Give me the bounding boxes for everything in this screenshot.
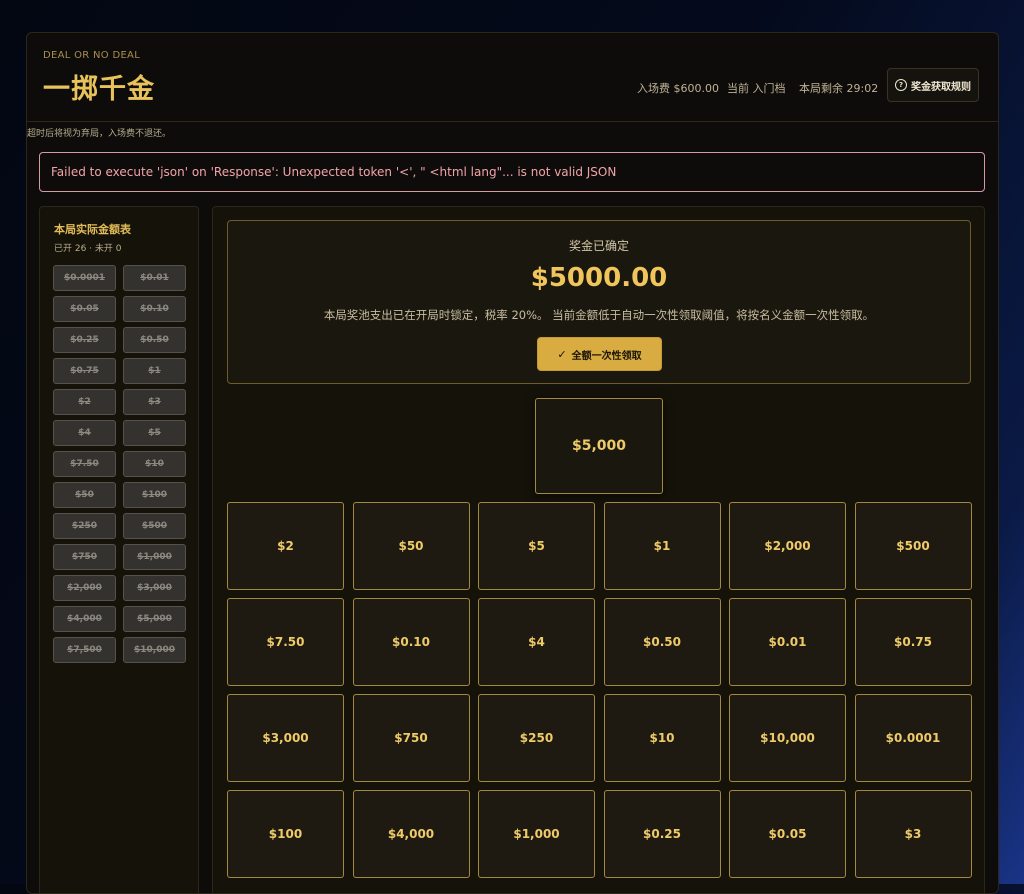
case-tile[interactable]: $250: [478, 694, 595, 782]
case-tile[interactable]: $2: [227, 502, 344, 590]
case-tile[interactable]: $50: [352, 502, 470, 590]
case-tile[interactable]: $4,000: [352, 790, 470, 878]
prize-rules-label: 奖金获取规则: [911, 81, 971, 93]
header: DEAL OR NO DEAL 一掷千金 入场费 $600.00 当前 入门档 …: [27, 33, 998, 122]
amount-table-item: $0.75: [53, 358, 116, 384]
game-board: 奖金已确定 $5000.00 本局奖池支出已在开局时锁定，税率 20%。 当前金…: [212, 206, 985, 893]
amount-table-item: $2: [53, 389, 116, 415]
amount-table-item: $0.0001: [53, 265, 116, 291]
case-grid: $2 $50 $5 $1 $2,000 $500 $7.50 $0.10 $4 $0.50 $0.0…: [227, 502, 972, 878]
player-case[interactable]: $5,000: [535, 398, 663, 494]
case-tile[interactable]: $4: [478, 598, 595, 686]
case-tile[interactable]: $0.01: [729, 598, 846, 686]
amount-table-item: $7.50: [53, 451, 116, 477]
case-tile[interactable]: $0.75: [854, 598, 972, 686]
question-icon: ?: [895, 79, 907, 91]
amount-table-title: 本局实际金额表: [54, 223, 131, 236]
amount-table-item: $1,000: [123, 544, 186, 570]
amount-table-item: $10: [123, 451, 186, 477]
case-tile[interactable]: $0.0001: [854, 694, 972, 782]
amount-table-item: $4,000: [53, 606, 116, 632]
amount-table-item: $100: [123, 482, 186, 508]
timeout-note: 超时后将视为弃局，入场费不退还。: [27, 129, 172, 139]
time-remaining: 本局剩余 29:02: [799, 82, 879, 95]
case-tile[interactable]: $5: [478, 502, 595, 590]
case-tile[interactable]: $0.50: [603, 598, 721, 686]
amount-table-item: $2,000: [53, 575, 116, 601]
case-tile[interactable]: $0.25: [603, 790, 721, 878]
case-tile[interactable]: $500: [854, 502, 972, 590]
claim-button-label: 全额一次性领取: [571, 350, 642, 362]
case-tile[interactable]: $7.50: [227, 598, 344, 686]
case-tile[interactable]: $0.05: [729, 790, 846, 878]
prize-rules-button[interactable]: ? 奖金获取规则: [887, 68, 979, 102]
game-eyebrow: DEAL OR NO DEAL: [43, 50, 141, 61]
page-title: 一掷千金: [43, 74, 155, 105]
amount-table-item: $750: [53, 544, 116, 570]
current-tier: 当前 入门档: [727, 82, 786, 95]
amount-table-grid: $0.0001 $0.01 $0.05 $0.10 $0.25 $0.50 $0.75 $1 $…: [53, 265, 186, 663]
prize-status-label: 奖金已确定: [568, 239, 629, 253]
amount-table-item: $250: [53, 513, 116, 539]
amount-table-item: $0.05: [53, 296, 116, 322]
case-tile[interactable]: $3: [854, 790, 972, 878]
amount-table-status: 已开 26 · 未开 0: [54, 244, 122, 254]
amount-table-item: $5: [123, 420, 186, 446]
amount-table-item: $7,500: [53, 637, 116, 663]
amount-table-item: $50: [53, 482, 116, 508]
amount-table-item: $0.10: [123, 296, 186, 322]
amount-table-panel: 本局实际金额表 已开 26 · 未开 0 $0.0001 $0.01 $0.05 $0…: [39, 206, 199, 893]
lump-sum-claim-button[interactable]: ✓ 全额一次性领取: [537, 337, 662, 371]
prize-panel: 奖金已确定 $5000.00 本局奖池支出已在开局时锁定，税率 20%。 当前金…: [227, 220, 971, 384]
amount-table-item: $10,000: [123, 637, 186, 663]
case-tile[interactable]: $0.10: [352, 598, 470, 686]
entry-fee: 入场费 $600.00: [637, 82, 719, 95]
amount-table-item: $0.50: [123, 327, 186, 353]
case-tile[interactable]: $1: [603, 502, 721, 590]
case-tile[interactable]: $100: [227, 790, 344, 878]
amount-table-item: $4: [53, 420, 116, 446]
case-tile[interactable]: $10: [603, 694, 721, 782]
amount-table-item: $3: [123, 389, 186, 415]
amount-table-item: $0.25: [53, 327, 116, 353]
check-icon: ✓: [557, 347, 567, 361]
game-window: DEAL OR NO DEAL 一掷千金 入场费 $600.00 当前 入门档 …: [26, 32, 999, 894]
case-tile[interactable]: $2,000: [729, 502, 846, 590]
amount-table-item: $3,000: [123, 575, 186, 601]
amount-table-item: $0.01: [123, 265, 186, 291]
case-tile[interactable]: $750: [352, 694, 470, 782]
case-tile[interactable]: $3,000: [227, 694, 344, 782]
amount-table-item: $1: [123, 358, 186, 384]
amount-table-item: $500: [123, 513, 186, 539]
error-banner: Failed to execute 'json' on 'Response': …: [39, 152, 985, 192]
case-tile[interactable]: $1,000: [478, 790, 595, 878]
prize-description: 本局奖池支出已在开局时锁定，税率 20%。 当前金额低于自动一次性领取阈值，将按…: [323, 308, 875, 322]
amount-table-item: $5,000: [123, 606, 186, 632]
case-tile[interactable]: $10,000: [729, 694, 846, 782]
prize-amount: $5000.00: [530, 263, 668, 293]
